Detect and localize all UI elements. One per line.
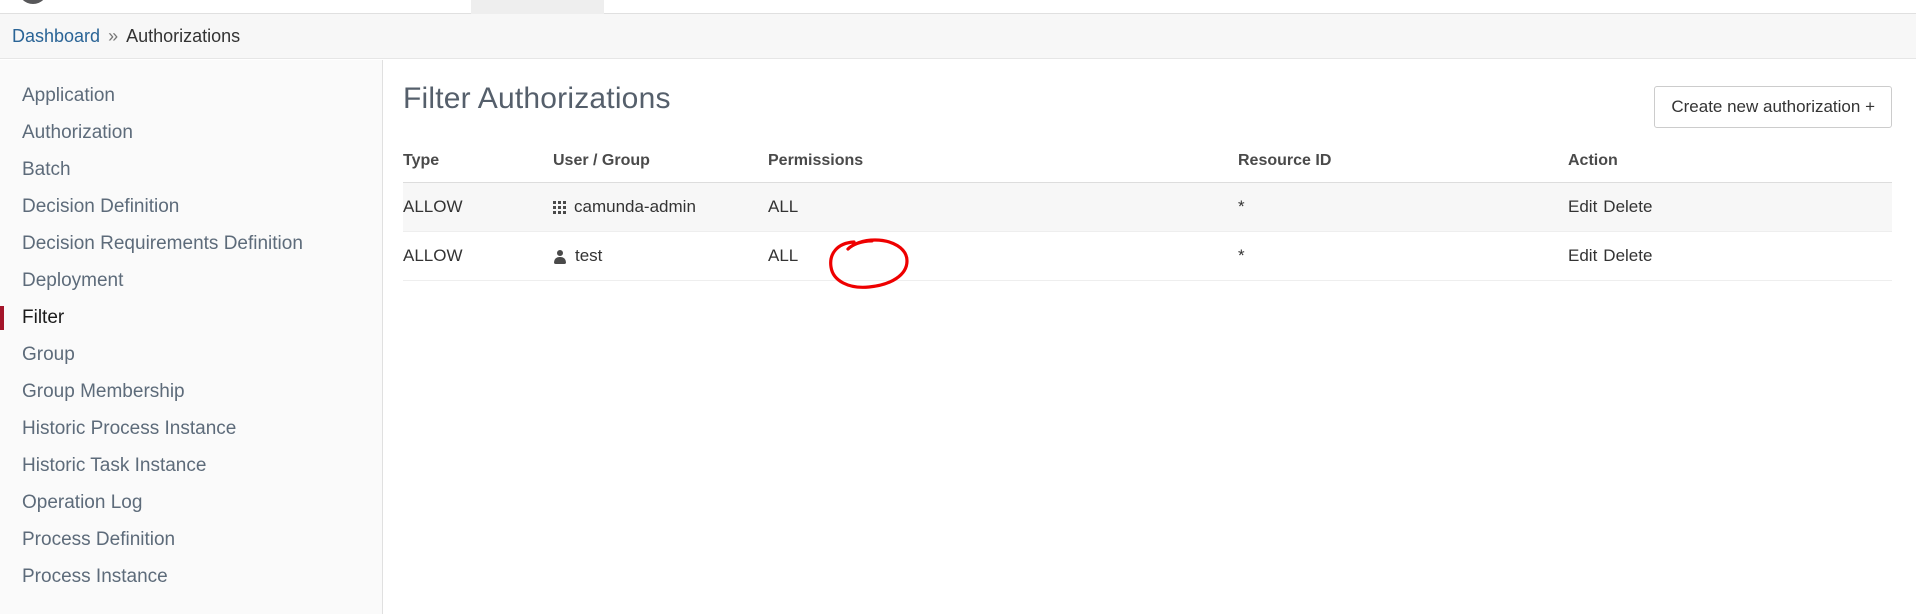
principal: test bbox=[553, 246, 768, 266]
table-body: ALLOW camunda-admin ALL * Edit Delete AL… bbox=[403, 182, 1892, 281]
sidebar-item-process-instance[interactable]: Process Instance bbox=[0, 558, 382, 595]
sidebar-item-group-membership[interactable]: Group Membership bbox=[0, 373, 382, 410]
principal-name: test bbox=[575, 246, 603, 265]
brand[interactable]: Camunda Admin bbox=[18, 0, 224, 4]
main-header: Filter Authorizations Create new authori… bbox=[403, 60, 1892, 128]
edit-link[interactable]: Edit bbox=[1568, 197, 1597, 216]
table-row[interactable]: ALLOW test ALL * Edit Delete bbox=[403, 231, 1892, 281]
sidebar-item-deployment[interactable]: Deployment bbox=[0, 262, 382, 299]
principal-name: camunda-admin bbox=[574, 197, 696, 216]
sidebar-item-operation-log[interactable]: Operation Log bbox=[0, 484, 382, 521]
brand-title: Camunda Admin bbox=[58, 0, 224, 1]
sidebar-item-historic-process-instance[interactable]: Historic Process Instance bbox=[0, 410, 382, 447]
delete-link[interactable]: Delete bbox=[1603, 197, 1652, 216]
cell-permissions: ALL bbox=[768, 182, 1238, 232]
nav-link-groups[interactable]: Groups bbox=[313, 0, 390, 14]
column-header-permissions: Permissions bbox=[768, 152, 1238, 183]
nav-link-tenants[interactable]: Tenants bbox=[390, 0, 471, 14]
table-row[interactable]: ALLOW camunda-admin ALL * Edit Delete bbox=[403, 182, 1892, 232]
sidebar-item-historic-task-instance[interactable]: Historic Task Instance bbox=[0, 447, 382, 484]
top-navbar: Camunda Admin Users Groups Tenants Autho… bbox=[0, 0, 1916, 14]
column-header-action: Action bbox=[1568, 152, 1892, 183]
create-new-authorization-button[interactable]: Create new authorization + bbox=[1654, 86, 1892, 128]
authorizations-table: Type User / Group Permissions Resource I… bbox=[403, 152, 1892, 281]
nav-link-users[interactable]: Users bbox=[246, 0, 313, 14]
cell-user-group: camunda-admin bbox=[553, 182, 768, 232]
breadcrumb-separator: » bbox=[108, 25, 119, 46]
sidebar-item-batch[interactable]: Batch bbox=[0, 151, 382, 188]
page-title: Filter Authorizations bbox=[403, 82, 671, 115]
sidebar-item-filter[interactable]: Filter bbox=[0, 299, 382, 336]
sidebar-item-authorization[interactable]: Authorization bbox=[0, 114, 382, 151]
group-icon bbox=[553, 200, 566, 214]
principal: camunda-admin bbox=[553, 197, 768, 217]
column-header-type: Type bbox=[403, 152, 553, 183]
nav-link-authorizations[interactable]: Authorizations bbox=[470, 0, 604, 14]
table-head: Type User / Group Permissions Resource I… bbox=[403, 152, 1892, 183]
breadcrumb-current: Authorizations bbox=[126, 25, 241, 46]
column-header-resource-id: Resource ID bbox=[1238, 152, 1568, 183]
cell-resource-id: * bbox=[1238, 231, 1568, 281]
nav-link-system[interactable]: System bbox=[604, 0, 682, 14]
cell-user-group: test bbox=[553, 231, 768, 281]
cell-type: ALLOW bbox=[403, 182, 553, 232]
sidebar-item-group[interactable]: Group bbox=[0, 336, 382, 373]
breadcrumb-dashboard[interactable]: Dashboard bbox=[12, 26, 100, 47]
table-header-row: Type User / Group Permissions Resource I… bbox=[403, 152, 1892, 183]
cell-action: Edit Delete bbox=[1568, 231, 1892, 281]
camunda-logo-icon bbox=[18, 0, 48, 4]
sidebar-item-decision-definition[interactable]: Decision Definition bbox=[0, 188, 382, 225]
edit-link[interactable]: Edit bbox=[1568, 246, 1597, 265]
main-content: Filter Authorizations Create new authori… bbox=[383, 60, 1916, 614]
cell-permissions: ALL bbox=[768, 231, 1238, 281]
sidebar-item-application[interactable]: Application bbox=[0, 77, 382, 114]
breadcrumb: Dashboard » Authorizations bbox=[0, 14, 1916, 59]
column-header-user-group: User / Group bbox=[553, 152, 768, 183]
nav-links: Users Groups Tenants Authorizations Syst… bbox=[246, 0, 682, 14]
sidebar-item-decision-requirements-definition[interactable]: Decision Requirements Definition bbox=[0, 225, 382, 262]
cell-resource-id: * bbox=[1238, 182, 1568, 232]
sidebar-item-process-definition[interactable]: Process Definition bbox=[0, 521, 382, 558]
cell-type: ALLOW bbox=[403, 231, 553, 281]
page-body: Application Authorization Batch Decision… bbox=[0, 60, 1916, 614]
user-icon bbox=[553, 249, 567, 264]
delete-link[interactable]: Delete bbox=[1603, 246, 1652, 265]
cell-action: Edit Delete bbox=[1568, 182, 1892, 232]
resource-sidebar: Application Authorization Batch Decision… bbox=[0, 60, 383, 614]
